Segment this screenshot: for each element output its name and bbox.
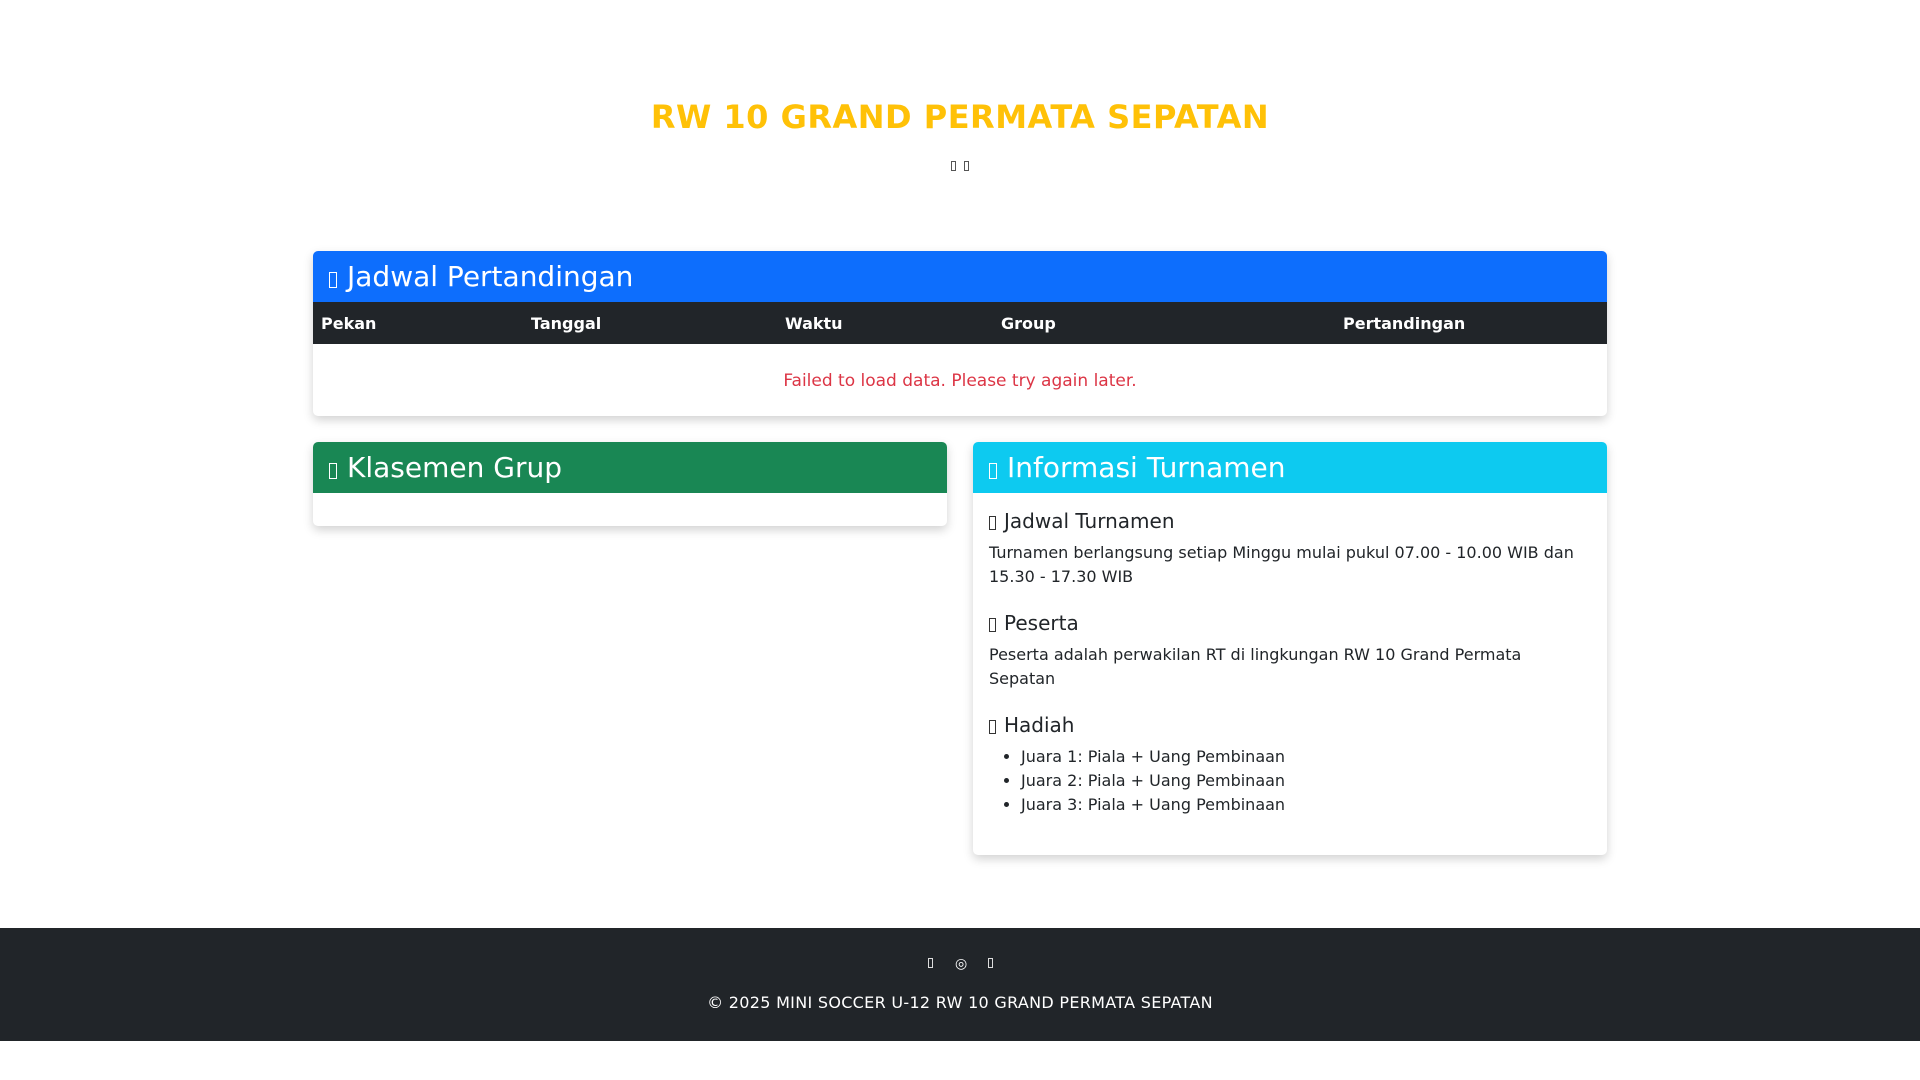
schedule-title: Jadwal Pertandingan <box>347 260 634 293</box>
info-section-heading: Peserta <box>989 611 1591 635</box>
instagram-icon[interactable]: ◎ <box>955 956 967 972</box>
prizes-heading: Hadiah <box>1004 713 1075 737</box>
participants-heading: Peserta <box>1004 611 1079 635</box>
football-icon <box>950 161 956 171</box>
info-title: Informasi Turnamen <box>1007 451 1286 484</box>
trophy-icon <box>964 161 970 171</box>
list-icon <box>329 462 337 479</box>
page-title: RW 10 GRAND PERMATA SEPATAN <box>650 98 1270 136</box>
info-section-heading: Jadwal Turnamen <box>989 509 1591 533</box>
schedule-info-text: Turnamen berlangsung setiap Minggu mulai… <box>989 543 1574 586</box>
list-item: Juara 2: Piala + Uang Pembinaan <box>1021 769 1591 793</box>
schedule-card: Jadwal Pertandingan Pekan Tanggal Waktu … <box>313 251 1607 416</box>
prize-list: Juara 1: Piala + Uang Pembinaan Juara 2:… <box>989 745 1591 817</box>
participants-text: Peserta adalah perwakilan RT di lingkung… <box>989 645 1522 688</box>
schedule-table-header: Pekan Tanggal Waktu Group Pertandingan <box>313 302 1607 344</box>
trophy-icon <box>989 720 996 734</box>
social-links: ◎ <box>0 956 1920 972</box>
hero-icons <box>0 158 1920 174</box>
users-icon <box>989 618 996 632</box>
column-header-waktu: Waktu <box>785 313 843 333</box>
column-header-pekan: Pekan <box>321 313 377 333</box>
facebook-icon[interactable] <box>925 956 935 972</box>
column-header-tanggal: Tanggal <box>531 313 602 333</box>
column-header-pertandingan: Pertandingan <box>1343 313 1466 333</box>
hero-section: RW 10 GRAND PERMATA SEPATAN <box>0 0 1920 230</box>
list-item: Juara 3: Piala + Uang Pembinaan <box>1021 793 1591 817</box>
standings-header: Klasemen Grup <box>313 442 947 493</box>
schedule-error-message: Failed to load data. Please try again la… <box>783 371 1137 391</box>
info-header: Informasi Turnamen <box>973 442 1607 493</box>
schedule-header: Jadwal Pertandingan <box>313 251 1607 302</box>
schedule-info-heading: Jadwal Turnamen <box>1004 509 1175 533</box>
calendar-icon <box>329 271 337 288</box>
clock-icon <box>989 516 996 530</box>
copyright-text: © 2025 MINI SOCCER U-12 RW 10 GRAND PERM… <box>707 993 1213 1012</box>
standings-card: Klasemen Grup <box>313 442 947 526</box>
whatsapp-icon[interactable] <box>985 956 995 972</box>
info-section-heading: Hadiah <box>989 713 1591 737</box>
footer: ◎ © 2025 MINI SOCCER U-12 RW 10 GRAND PE… <box>0 928 1920 1041</box>
info-body: Jadwal Turnamen Turnamen berlangsung set… <box>973 493 1607 833</box>
list-item: Juara 1: Piala + Uang Pembinaan <box>1021 745 1591 769</box>
column-header-group: Group <box>1001 313 1056 333</box>
standings-title: Klasemen Grup <box>347 451 562 484</box>
info-card: Informasi Turnamen Jadwal Turnamen Turna… <box>973 442 1607 855</box>
info-icon <box>989 462 997 479</box>
